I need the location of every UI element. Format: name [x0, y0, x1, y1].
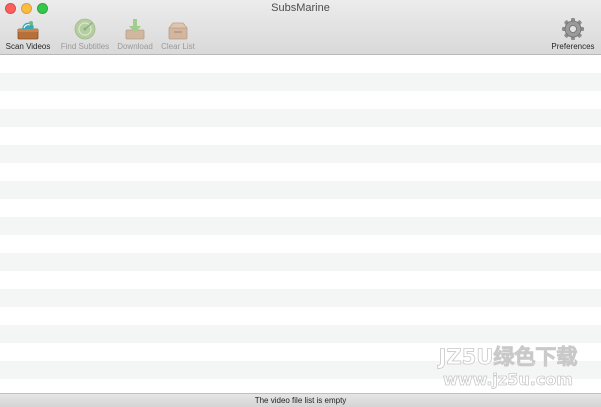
list-row — [0, 91, 601, 109]
scan-videos-button[interactable]: Scan Videos — [3, 17, 53, 53]
list-row — [0, 289, 601, 307]
list-row — [0, 145, 601, 163]
window-title: SubsMarine — [271, 2, 330, 14]
video-file-list[interactable] — [0, 55, 601, 397]
list-row — [0, 181, 601, 199]
scan-videos-label: Scan Videos — [5, 42, 51, 51]
list-row — [0, 235, 601, 253]
list-row — [0, 109, 601, 127]
status-text: The video file list is empty — [254, 396, 347, 405]
find-subtitles-icon — [72, 17, 98, 41]
list-row — [0, 163, 601, 181]
list-row — [0, 325, 601, 343]
clear-list-button[interactable]: Clear List — [158, 17, 198, 53]
clear-list-label: Clear List — [161, 42, 195, 51]
list-row — [0, 127, 601, 145]
preferences-label: Preferences — [551, 42, 595, 51]
download-label: Download — [117, 42, 153, 51]
list-row — [0, 199, 601, 217]
clear-list-icon — [165, 17, 191, 41]
status-bar: The video file list is empty — [0, 393, 601, 407]
list-row — [0, 253, 601, 271]
list-row — [0, 55, 601, 73]
list-row — [0, 343, 601, 361]
list-row — [0, 73, 601, 91]
gear-icon — [560, 17, 586, 41]
list-row — [0, 217, 601, 235]
download-icon — [122, 17, 148, 41]
window-titlebar: SubsMarine Scan Videos Find Subtitles Do… — [0, 0, 601, 55]
scan-videos-icon — [15, 17, 41, 41]
list-row — [0, 271, 601, 289]
list-row — [0, 361, 601, 379]
find-subtitles-button[interactable]: Find Subtitles — [57, 17, 113, 53]
download-button[interactable]: Download — [114, 17, 156, 53]
list-row — [0, 307, 601, 325]
find-subtitles-label: Find Subtitles — [60, 42, 110, 51]
preferences-button[interactable]: Preferences — [548, 17, 598, 53]
